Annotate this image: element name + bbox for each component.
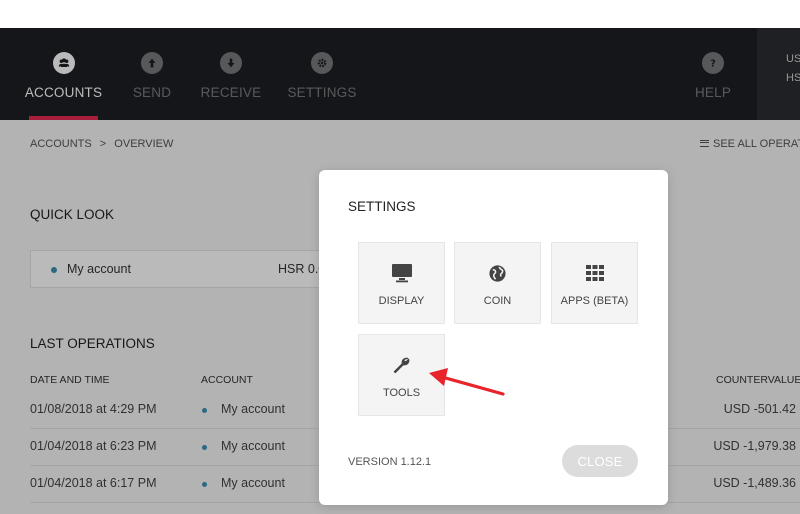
tile-coin[interactable]: COIN (454, 242, 541, 324)
tile-display-label: DISPLAY (378, 295, 425, 307)
monitor-icon (391, 263, 413, 283)
tile-apps[interactable]: APPS (BETA) (551, 242, 638, 324)
tile-apps-label: APPS (BETA) (560, 295, 629, 307)
wrench-icon (391, 355, 413, 375)
modal-title: SETTINGS (348, 199, 416, 214)
close-button[interactable]: CLOSE (562, 445, 638, 477)
tile-coin-label: COIN (483, 295, 512, 307)
grid-icon (584, 263, 606, 283)
version-text: VERSION 1.12.1 (348, 456, 432, 468)
tile-tools[interactable]: TOOLS (358, 334, 445, 416)
settings-modal: SETTINGS DISPLAY COIN APPS (BETA) TOOLS … (319, 170, 668, 505)
tile-display[interactable]: DISPLAY (358, 242, 445, 324)
tile-tools-label: TOOLS (382, 387, 421, 399)
globe-icon (487, 263, 509, 283)
title-bar (0, 0, 800, 28)
